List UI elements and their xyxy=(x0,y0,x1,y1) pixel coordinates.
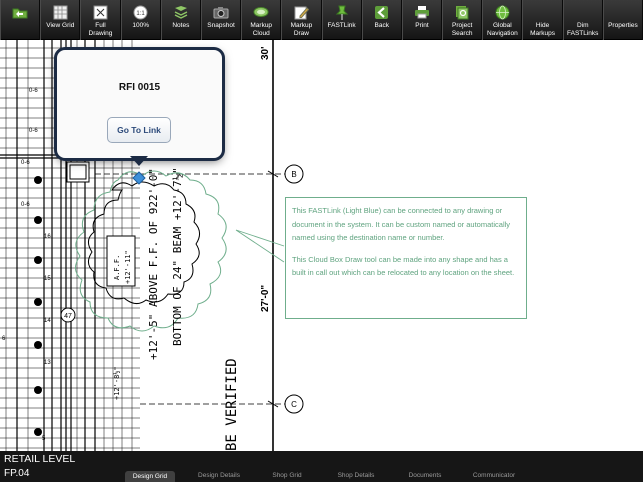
properties-button[interactable]: Properties xyxy=(602,0,643,40)
tab-communicator[interactable]: Communicator xyxy=(466,470,522,482)
view-grid-button[interactable]: View Grid xyxy=(40,0,81,40)
fastlink-popover: RFI 0015 Go To Link xyxy=(57,50,222,166)
cloud-icon xyxy=(253,4,269,20)
aff-label: A.F.F. xyxy=(113,255,121,280)
elevation-note-2: BOTTOM OF 24" BEAM +12'-7½" xyxy=(171,167,184,346)
pencil-icon xyxy=(293,4,309,20)
hide-markups-button[interactable]: Hide Markups xyxy=(522,0,563,40)
zoom-100-icon: 1:1 xyxy=(133,4,149,20)
callout-paragraph-2: This Cloud Box Draw tool can be made int… xyxy=(292,254,515,278)
go-to-link-button[interactable]: Go To Link xyxy=(107,117,171,143)
print-button[interactable]: Print xyxy=(401,0,443,40)
elevation-note-1: +12'-5" ABOVE F.F. OF 922'-0" xyxy=(147,168,160,360)
project-search-button[interactable]: Project Search xyxy=(442,0,483,40)
dim-fastlinks-button[interactable]: Dim FASTLinks xyxy=(562,0,603,40)
folder-back-button[interactable] xyxy=(0,0,41,40)
svg-text:1:1: 1:1 xyxy=(136,11,145,17)
notes-icon xyxy=(173,4,189,20)
properties-icon xyxy=(615,4,631,20)
tag-0b: 0-6 xyxy=(29,128,38,134)
aff-value: +12'-11" xyxy=(124,250,132,284)
notes-button[interactable]: Notes xyxy=(160,0,201,40)
elevation-tag-8: +12'-8½" xyxy=(113,366,121,400)
markup-callout[interactable]: This FASTLink (Light Blue) can be connec… xyxy=(285,197,527,319)
tag-5: 5 xyxy=(42,436,46,442)
tab-shop-grid[interactable]: Shop Grid xyxy=(262,470,312,482)
popover-arrow xyxy=(130,156,148,166)
tab-design-details[interactable]: Design Details xyxy=(190,470,248,482)
level-name: RETAIL LEVEL xyxy=(4,453,76,465)
dim-links-icon xyxy=(575,4,591,20)
tag-0d: 0-6 xyxy=(21,202,30,208)
tab-design-grid[interactable]: Design Grid xyxy=(125,471,175,482)
printer-icon xyxy=(414,4,430,20)
tab-documents[interactable]: Documents xyxy=(400,470,450,482)
pushpin-icon xyxy=(334,4,350,20)
footer-bar: RETAIL LEVEL FP.04 Design Grid Design De… xyxy=(0,451,643,482)
fastlink-button[interactable]: FASTLink xyxy=(321,0,362,40)
global-navigation-button[interactable]: Global Navigation xyxy=(482,0,523,40)
full-drawing-button[interactable]: Full Drawing xyxy=(80,0,121,40)
callout-paragraph-1: This FASTLink (Light Blue) can be connec… xyxy=(292,206,511,242)
tag-6: 6 xyxy=(2,336,6,342)
markup-draw-button[interactable]: Markup Draw xyxy=(281,0,322,40)
tag-13: 13 xyxy=(44,360,51,366)
back-arrow-icon xyxy=(374,4,390,20)
search-icon xyxy=(454,4,470,20)
tag-0a: 0-6 xyxy=(29,88,38,94)
popover-title: RFI 0015 xyxy=(118,82,161,93)
toolbar: View Grid Full Drawing 1:1 100% Notes Sn… xyxy=(0,0,643,40)
camera-icon xyxy=(213,4,229,20)
app-window: View Grid Full Drawing 1:1 100% Notes Sn… xyxy=(0,0,643,482)
tag-16: 16 xyxy=(44,234,51,240)
sheet-number: FP.04 xyxy=(4,468,30,479)
callout-leader xyxy=(235,229,285,263)
full-drawing-icon xyxy=(92,4,108,20)
tab-shop-details[interactable]: Shop Details xyxy=(330,470,382,482)
hide-markups-icon xyxy=(535,4,551,20)
grid-icon xyxy=(52,4,68,20)
folder-back-icon xyxy=(12,4,28,20)
snapshot-button[interactable]: Snapshot xyxy=(200,0,242,40)
tag-14: 14 xyxy=(44,318,51,324)
dimension-30: 30' xyxy=(260,46,271,60)
tag-15: 15 xyxy=(44,276,51,282)
globe-icon xyxy=(494,4,510,20)
dimension-27: 27'-0" xyxy=(260,285,271,312)
grid-label-c: C xyxy=(291,400,297,409)
grid-label-b: B xyxy=(291,170,296,179)
markup-cloud-button[interactable]: Markup Cloud xyxy=(241,0,282,40)
zoom-100-button[interactable]: 1:1 100% xyxy=(120,0,161,40)
back-button[interactable]: Back xyxy=(361,0,402,40)
verified-note: BE VERIFIED xyxy=(224,358,240,451)
tag-0c: 0-6 xyxy=(21,160,30,166)
tag-47: 47 xyxy=(64,313,72,320)
